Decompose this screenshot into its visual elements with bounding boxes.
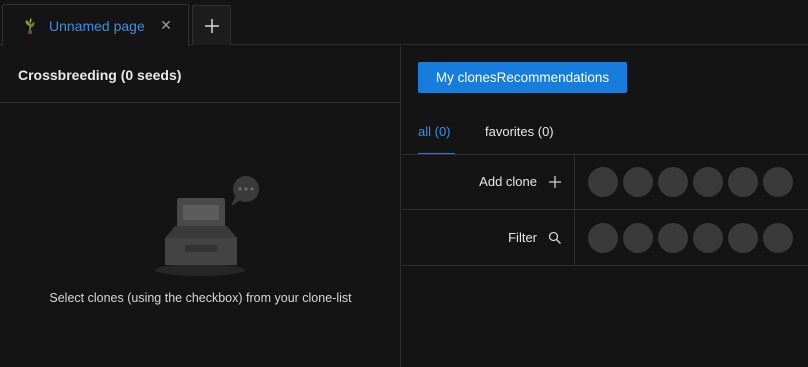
clone-slot[interactable] (623, 167, 653, 197)
app-window: Unnamed page ✕ Crossbreeding (0 seeds) S… (0, 0, 808, 367)
filter-slot[interactable] (658, 223, 688, 253)
add-tab-button[interactable] (192, 5, 231, 45)
clones-panel: My clonesRecommendations all (0) favorit… (402, 46, 808, 367)
filter-button[interactable]: Filter (402, 211, 575, 265)
filter-slot[interactable] (763, 223, 793, 253)
tab-unnamed-page[interactable]: Unnamed page ✕ (2, 4, 189, 46)
search-icon (548, 231, 561, 244)
filter-slot[interactable] (693, 223, 723, 253)
divider (0, 102, 401, 103)
plus-icon (549, 176, 561, 188)
tab-favorites[interactable]: favorites (0) (485, 124, 554, 139)
add-clone-button[interactable]: Add clone (402, 155, 575, 209)
tab-all[interactable]: all (0) (418, 124, 451, 139)
clone-slot[interactable] (693, 167, 723, 197)
empty-inbox-icon (155, 176, 259, 276)
tab-bar: Unnamed page ✕ (0, 0, 808, 46)
panel-title: Crossbreeding (0 seeds) (18, 67, 182, 83)
clone-filter-tabs: all (0) favorites (0) (402, 106, 808, 155)
plant-icon (25, 18, 35, 34)
add-clone-label: Add clone (479, 174, 537, 189)
filter-row: Filter (402, 211, 808, 266)
crossbreeding-panel: Crossbreeding (0 seeds) Select clones (u… (0, 46, 401, 367)
filter-slot[interactable] (728, 223, 758, 253)
clone-slot[interactable] (588, 167, 618, 197)
clone-slot[interactable] (658, 167, 688, 197)
clone-slot[interactable] (728, 167, 758, 197)
filter-slot[interactable] (588, 223, 618, 253)
empty-state-text: Select clones (using the checkbox) from … (49, 291, 352, 305)
clone-slot[interactable] (763, 167, 793, 197)
my-clones-recommendations-button[interactable]: My clonesRecommendations (418, 62, 627, 93)
filter-slot[interactable] (623, 223, 653, 253)
filter-label: Filter (508, 230, 537, 245)
tab-label: Unnamed page (49, 18, 145, 34)
plus-icon (205, 19, 219, 33)
add-clone-row: Add clone (402, 155, 808, 210)
close-icon[interactable]: ✕ (158, 17, 174, 33)
